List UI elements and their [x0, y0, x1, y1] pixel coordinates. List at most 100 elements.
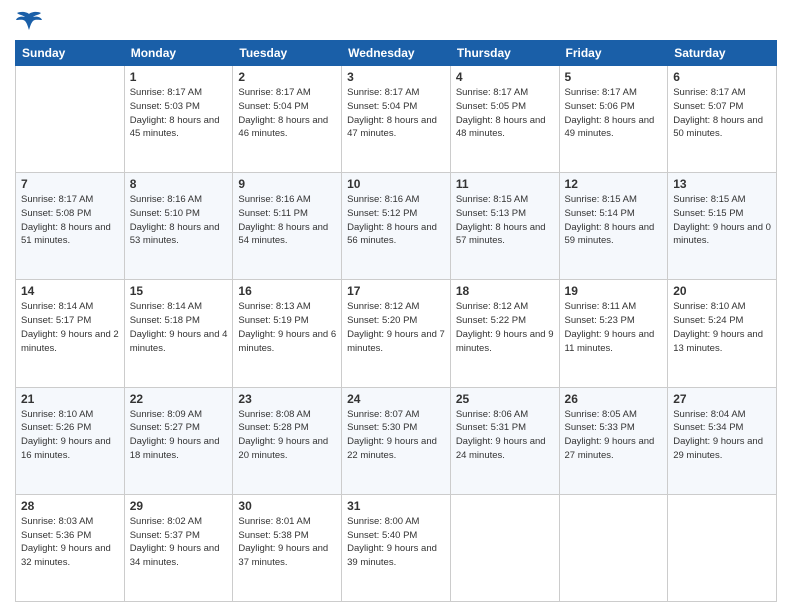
day-number: 3: [347, 70, 445, 84]
calendar-cell: 18 Sunrise: 8:12 AMSunset: 5:22 PMDayligh…: [450, 280, 559, 387]
day-info: Sunrise: 8:10 AMSunset: 5:26 PMDaylight:…: [21, 408, 119, 463]
day-number: 4: [456, 70, 554, 84]
day-number: 15: [130, 284, 228, 298]
calendar-cell: 27Sunrise: 8:04 AMSunset: 5:34 PMDayligh…: [668, 387, 777, 494]
day-number: 30: [238, 499, 336, 513]
day-number: 29: [130, 499, 228, 513]
day-number: 17: [347, 284, 445, 298]
calendar-cell: 24 Sunrise: 8:07 AMSunset: 5:30 PMDayligh…: [342, 387, 451, 494]
day-number: 28: [21, 499, 119, 513]
calendar-cell: 16Sunrise: 8:13 AMSunset: 5:19 PMDayligh…: [233, 280, 342, 387]
day-info: Sunrise: 8:10 AMSunset: 5:24 PMDaylight:…: [673, 300, 771, 355]
day-info: Sunrise: 8:16 AMSunset: 5:10 PMDaylight:…: [130, 193, 228, 248]
day-number: 19: [565, 284, 663, 298]
calendar-cell: 21 Sunrise: 8:10 AMSunset: 5:26 PMDayligh…: [16, 387, 125, 494]
day-number: 22: [130, 392, 228, 406]
day-number: 21: [21, 392, 119, 406]
day-info: Sunrise: 8:16 AMSunset: 5:12 PMDaylight:…: [347, 193, 445, 248]
day-info: Sunrise: 8:14 AMSunset: 5:18 PMDaylight:…: [130, 300, 228, 355]
calendar-cell: 12 Sunrise: 8:15 AMSunset: 5:14 PMDayligh…: [559, 173, 668, 280]
day-number: 23: [238, 392, 336, 406]
week-row-3: 14 Sunrise: 8:14 AMSunset: 5:17 PMDayligh…: [16, 280, 777, 387]
calendar-cell: 9Sunrise: 8:16 AMSunset: 5:11 PMDaylight…: [233, 173, 342, 280]
calendar-cell: 17Sunrise: 8:12 AMSunset: 5:20 PMDayligh…: [342, 280, 451, 387]
day-number: 5: [565, 70, 663, 84]
day-info: Sunrise: 8:15 AMSunset: 5:14 PMDaylight:…: [565, 193, 663, 248]
day-number: 10: [347, 177, 445, 191]
calendar-cell: 22 Sunrise: 8:09 AMSunset: 5:27 PMDayligh…: [124, 387, 233, 494]
calendar-cell: 7 Sunrise: 8:17 AMSunset: 5:08 PMDaylight…: [16, 173, 125, 280]
day-info: Sunrise: 8:04 AMSunset: 5:34 PMDaylight:…: [673, 408, 771, 463]
calendar-table: SundayMondayTuesdayWednesdayThursdayFrid…: [15, 40, 777, 602]
day-info: Sunrise: 8:06 AMSunset: 5:31 PMDaylight:…: [456, 408, 554, 463]
day-number: 25: [456, 392, 554, 406]
calendar-cell: 31Sunrise: 8:00 AMSunset: 5:40 PMDayligh…: [342, 494, 451, 601]
calendar-cell: 26 Sunrise: 8:05 AMSunset: 5:33 PMDayligh…: [559, 387, 668, 494]
day-number: 9: [238, 177, 336, 191]
day-number: 12: [565, 177, 663, 191]
weekday-header-sunday: Sunday: [16, 41, 125, 66]
day-info: Sunrise: 8:15 AMSunset: 5:13 PMDaylight:…: [456, 193, 554, 248]
week-row-4: 21 Sunrise: 8:10 AMSunset: 5:26 PMDayligh…: [16, 387, 777, 494]
day-info: Sunrise: 8:02 AMSunset: 5:37 PMDaylight:…: [130, 515, 228, 570]
day-info: Sunrise: 8:17 AMSunset: 5:04 PMDaylight:…: [347, 86, 445, 141]
weekday-header-wednesday: Wednesday: [342, 41, 451, 66]
calendar-cell: 6Sunrise: 8:17 AMSunset: 5:07 PMDaylight…: [668, 66, 777, 173]
calendar-cell: 11 Sunrise: 8:15 AMSunset: 5:13 PMDayligh…: [450, 173, 559, 280]
calendar-cell: 8Sunrise: 8:16 AMSunset: 5:10 PMDaylight…: [124, 173, 233, 280]
weekday-header-saturday: Saturday: [668, 41, 777, 66]
day-number: 11: [456, 177, 554, 191]
week-row-5: 28Sunrise: 8:03 AMSunset: 5:36 PMDayligh…: [16, 494, 777, 601]
day-number: 7: [21, 177, 119, 191]
week-row-1: 1Sunrise: 8:17 AMSunset: 5:03 PMDaylight…: [16, 66, 777, 173]
day-info: Sunrise: 8:09 AMSunset: 5:27 PMDaylight:…: [130, 408, 228, 463]
day-number: 18: [456, 284, 554, 298]
weekday-header-monday: Monday: [124, 41, 233, 66]
calendar-cell: 3 Sunrise: 8:17 AMSunset: 5:04 PMDaylight…: [342, 66, 451, 173]
calendar-cell: 4 Sunrise: 8:17 AMSunset: 5:05 PMDaylight…: [450, 66, 559, 173]
header: [15, 10, 777, 34]
day-info: Sunrise: 8:17 AMSunset: 5:03 PMDaylight:…: [130, 86, 228, 141]
day-info: Sunrise: 8:07 AMSunset: 5:30 PMDaylight:…: [347, 408, 445, 463]
calendar-cell: 13Sunrise: 8:15 AMSunset: 5:15 PMDayligh…: [668, 173, 777, 280]
day-info: Sunrise: 8:17 AMSunset: 5:07 PMDaylight:…: [673, 86, 771, 141]
day-number: 24: [347, 392, 445, 406]
day-info: Sunrise: 8:17 AMSunset: 5:04 PMDaylight:…: [238, 86, 336, 141]
day-info: Sunrise: 8:17 AMSunset: 5:05 PMDaylight:…: [456, 86, 554, 141]
day-info: Sunrise: 8:01 AMSunset: 5:38 PMDaylight:…: [238, 515, 336, 570]
calendar-cell: [16, 66, 125, 173]
day-info: Sunrise: 8:12 AMSunset: 5:22 PMDaylight:…: [456, 300, 554, 355]
day-info: Sunrise: 8:17 AMSunset: 5:06 PMDaylight:…: [565, 86, 663, 141]
calendar-cell: 5 Sunrise: 8:17 AMSunset: 5:06 PMDaylight…: [559, 66, 668, 173]
week-row-2: 7 Sunrise: 8:17 AMSunset: 5:08 PMDaylight…: [16, 173, 777, 280]
weekday-header-friday: Friday: [559, 41, 668, 66]
calendar-body: 1Sunrise: 8:17 AMSunset: 5:03 PMDaylight…: [16, 66, 777, 602]
calendar-cell: 30 Sunrise: 8:01 AMSunset: 5:38 PMDayligh…: [233, 494, 342, 601]
logo-icon: [15, 10, 43, 34]
day-info: Sunrise: 8:14 AMSunset: 5:17 PMDaylight:…: [21, 300, 119, 355]
day-number: 14: [21, 284, 119, 298]
day-number: 16: [238, 284, 336, 298]
day-info: Sunrise: 8:11 AMSunset: 5:23 PMDaylight:…: [565, 300, 663, 355]
calendar-cell: 23Sunrise: 8:08 AMSunset: 5:28 PMDayligh…: [233, 387, 342, 494]
day-info: Sunrise: 8:17 AMSunset: 5:08 PMDaylight:…: [21, 193, 119, 248]
calendar-cell: 19 Sunrise: 8:11 AMSunset: 5:23 PMDayligh…: [559, 280, 668, 387]
calendar-cell: [559, 494, 668, 601]
calendar-cell: 10 Sunrise: 8:16 AMSunset: 5:12 PMDayligh…: [342, 173, 451, 280]
weekday-header-tuesday: Tuesday: [233, 41, 342, 66]
calendar-cell: 28Sunrise: 8:03 AMSunset: 5:36 PMDayligh…: [16, 494, 125, 601]
weekday-header-thursday: Thursday: [450, 41, 559, 66]
day-number: 26: [565, 392, 663, 406]
calendar-cell: 25 Sunrise: 8:06 AMSunset: 5:31 PMDayligh…: [450, 387, 559, 494]
weekday-header-row: SundayMondayTuesdayWednesdayThursdayFrid…: [16, 41, 777, 66]
day-info: Sunrise: 8:15 AMSunset: 5:15 PMDaylight:…: [673, 193, 771, 248]
calendar-cell: 14 Sunrise: 8:14 AMSunset: 5:17 PMDayligh…: [16, 280, 125, 387]
calendar-cell: 2 Sunrise: 8:17 AMSunset: 5:04 PMDaylight…: [233, 66, 342, 173]
day-info: Sunrise: 8:05 AMSunset: 5:33 PMDaylight:…: [565, 408, 663, 463]
logo: [15, 10, 47, 34]
calendar-cell: [668, 494, 777, 601]
calendar-cell: [450, 494, 559, 601]
day-number: 20: [673, 284, 771, 298]
day-number: 2: [238, 70, 336, 84]
calendar-cell: 20 Sunrise: 8:10 AMSunset: 5:24 PMDayligh…: [668, 280, 777, 387]
